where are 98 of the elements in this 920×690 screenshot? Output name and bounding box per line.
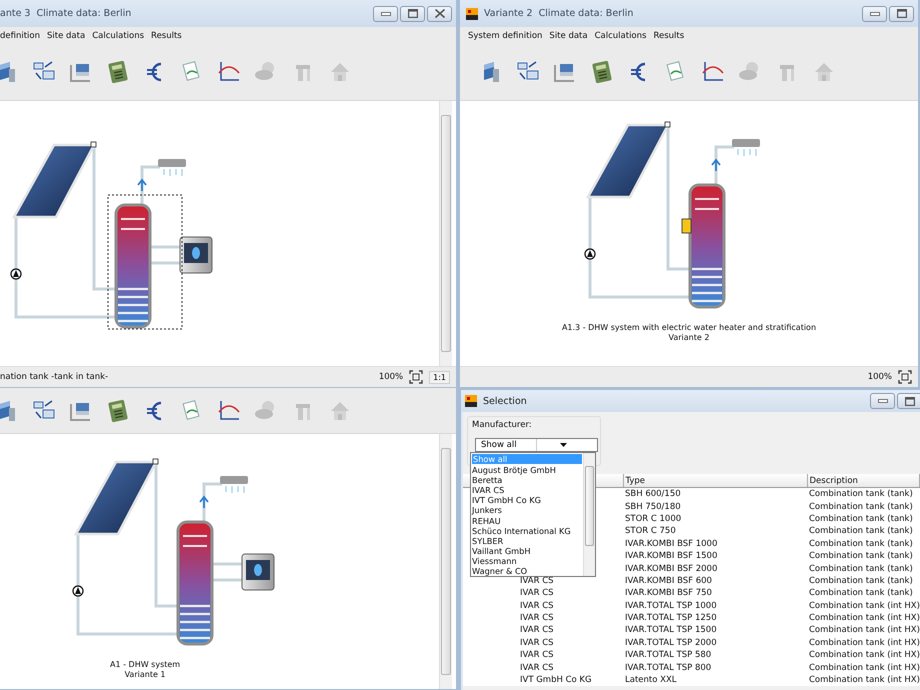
table-cell: IVT GmbH Co KG: [463, 674, 623, 686]
table-cell: Combination tank (tank): [807, 488, 920, 500]
table-cell: IVAR CS: [463, 600, 623, 612]
diagram-caption: A1.3 - DHW system with electric water heater and stratification: [562, 323, 816, 332]
table-cell: STOR C 1000: [623, 512, 807, 526]
maximize-button[interactable]: [400, 6, 425, 22]
column-header[interactable]: Type: [623, 474, 807, 488]
column-header[interactable]: Description: [807, 474, 920, 488]
table-cell: SBH 750/180: [623, 500, 807, 513]
table-cell: IVAR.KOMBI BSF 1500: [623, 550, 807, 562]
window-title: ante 3: [0, 8, 30, 19]
fit-to-window-icon[interactable]: [409, 370, 424, 384]
table-cell: IVAR CS: [463, 587, 623, 600]
dropdown-option[interactable]: Vaillant GmbH: [471, 546, 583, 556]
dropdown-option[interactable]: SYLBER: [471, 536, 583, 546]
maximize-icon: [904, 396, 914, 406]
table-cell: IVAR.TOTAL TSP 580: [623, 649, 807, 662]
table-cell: Combination tank (int HX): [807, 649, 920, 662]
dropdown-option[interactable]: Beretta: [471, 475, 583, 486]
dropdown-option[interactable]: Schüco International KG: [471, 526, 583, 536]
climate-label: Climate data: Berlin: [36, 8, 132, 19]
menu-item[interactable]: Results: [653, 30, 684, 40]
vertical-scrollbar[interactable]: [439, 101, 452, 366]
dialog-title: Selection: [483, 396, 527, 406]
zoom-level: 100%: [378, 372, 404, 382]
table-cell: Combination tank (tank): [807, 562, 920, 575]
table-cell: IVAR.KOMBI BSF 600: [623, 574, 807, 588]
table-cell: IVAR CS: [463, 649, 623, 662]
diagram-caption: Variante 1: [124, 670, 166, 679]
close-button[interactable]: [427, 6, 452, 22]
vertical-scrollbar[interactable]: [439, 434, 452, 689]
dropdown-option[interactable]: Junkers: [471, 505, 583, 516]
table-cell: SBH 600/150: [623, 488, 807, 500]
menu-item[interactable]: Site data: [47, 30, 86, 40]
maximize-button[interactable]: [897, 393, 920, 409]
dropdown-option[interactable]: Viessmann: [471, 556, 583, 566]
table-cell: IVAR.KOMBI BSF 750: [623, 587, 807, 600]
list-scrollbar[interactable]: [583, 453, 595, 576]
table-cell: IVAR.KOMBI BSF 2000: [623, 562, 807, 575]
table-cell: Combination tank (tank): [807, 574, 920, 588]
table-cell: Combination tank (tank): [807, 525, 920, 538]
table-cell: Combination tank (tank): [807, 550, 920, 562]
table-cell: IVAR CS: [463, 624, 623, 637]
table-cell: IVAR CS: [463, 661, 623, 674]
dropdown-option[interactable]: Wagner & CO: [471, 566, 583, 576]
table-cell: IVAR.TOTAL TSP 1000: [623, 600, 807, 612]
table-cell: IVAR.TOTAL TSP 800: [623, 661, 807, 674]
dropdown-option[interactable]: IVT GmbH Co KG: [471, 495, 583, 506]
maximize-icon: [896, 9, 906, 18]
diagram-caption: A1 - DHW system: [110, 660, 180, 669]
table-cell: Combination tank (int HX): [807, 612, 920, 624]
dropdown-option[interactable]: IVAR CS: [471, 485, 583, 496]
table-cell: Combination tank (tank): [807, 587, 920, 600]
table-cell: IVAR CS: [463, 574, 623, 588]
table-cell: Combination tank (int HX): [807, 600, 920, 612]
table-cell: IVAR.TOTAL TSP 1500: [623, 624, 807, 637]
minimize-button[interactable]: [870, 393, 895, 409]
caret-icon: [560, 443, 568, 447]
menu-item[interactable]: Calculations: [594, 30, 646, 40]
table-cell: STOR C 750: [623, 525, 807, 538]
app-logo-icon: [465, 395, 477, 407]
table-cell: IVAR CS: [463, 636, 623, 650]
menu-item[interactable]: Results: [151, 30, 182, 40]
manufacturer-label: Manufacturer:: [472, 420, 533, 430]
table-cell: Combination tank (int HX): [807, 674, 920, 686]
dropdown-option[interactable]: REHAU: [471, 516, 583, 526]
window-title: Variante 2: [484, 8, 533, 19]
table-cell: IVAR.TOTAL TSP 1250: [623, 612, 807, 624]
status-text: nation tank -tank in tank-: [0, 372, 108, 382]
menu-item[interactable]: Site data: [549, 30, 588, 40]
minimize-button[interactable]: [862, 6, 887, 22]
menu-item[interactable]: System definition: [468, 30, 542, 40]
table-cell: Combination tank (int HX): [807, 624, 920, 637]
dropdown-option[interactable]: August Brötje GmbH: [471, 465, 583, 476]
close-icon: [434, 9, 444, 18]
zoom-level: 100%: [868, 372, 892, 382]
table-cell: Combination tank (int HX): [807, 661, 920, 674]
table-cell: Combination tank (tank): [807, 538, 920, 550]
diagram-caption: Variante 2: [668, 333, 710, 342]
minimize-icon: [878, 399, 888, 403]
maximize-icon: [408, 9, 418, 18]
minimize-button[interactable]: [373, 6, 398, 22]
menu-item[interactable]: definition: [0, 30, 40, 40]
manufacturer-dropdown[interactable]: Show all: [475, 438, 598, 452]
maximize-button[interactable]: [889, 6, 914, 22]
table-cell: IVAR.TOTAL TSP 2000: [623, 636, 807, 650]
table-cell: IVAR.KOMBI BSF 1000: [623, 538, 807, 550]
table-cell: Combination tank (int HX): [807, 636, 920, 650]
table-cell: Combination tank (tank): [807, 512, 920, 526]
fit-to-window-icon[interactable]: [898, 370, 912, 384]
table-cell: IVAR CS: [463, 612, 623, 624]
minimize-icon: [380, 12, 390, 16]
table-cell: Latento XXL: [623, 674, 807, 686]
minimize-icon: [870, 12, 880, 16]
menu-item[interactable]: Calculations: [92, 30, 144, 40]
actual-size-button[interactable]: 1:1: [429, 370, 450, 384]
table-cell: Combination tank (tank): [807, 500, 920, 513]
climate-label: Climate data: Berlin: [538, 8, 634, 19]
